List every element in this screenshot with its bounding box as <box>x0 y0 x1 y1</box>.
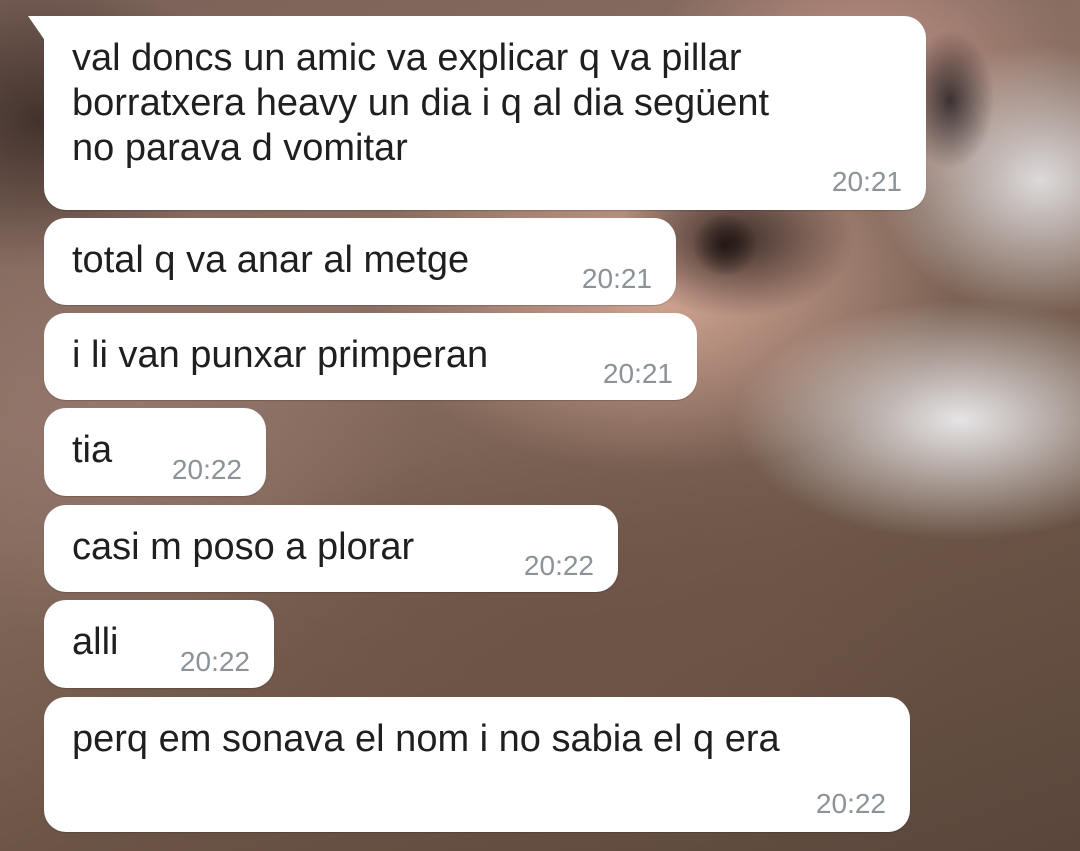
message-list[interactable]: val doncs un amic va explicar q va pilla… <box>0 0 1080 851</box>
message-time: 20:21 <box>581 263 652 294</box>
incoming-message[interactable]: i li van punxar primperan 20:21 <box>44 313 697 400</box>
message-time: 20:22 <box>815 788 886 819</box>
message-time: 20:22 <box>523 550 594 581</box>
message-time: 20:22 <box>179 646 250 677</box>
incoming-message[interactable]: val doncs un amic va explicar q va pilla… <box>28 16 926 210</box>
message-text: casi m poso a plorar <box>72 526 415 568</box>
incoming-message[interactable]: tia 20:22 <box>44 408 266 496</box>
message-text: val doncs un amic va explicar q va pilla… <box>72 37 770 169</box>
message-text: perq em sonava el nom i no sabia el q er… <box>72 718 780 760</box>
incoming-message[interactable]: perq em sonava el nom i no sabia el q er… <box>44 697 910 832</box>
message-time: 20:21 <box>831 166 902 197</box>
message-text: i li van punxar primperan <box>72 334 489 376</box>
bubble-tail <box>28 16 46 42</box>
incoming-message[interactable]: casi m poso a plorar 20:22 <box>44 505 618 592</box>
incoming-message[interactable]: total q va anar al metge 20:21 <box>44 218 676 305</box>
message-text: total q va anar al metge <box>72 239 470 281</box>
message-time: 20:22 <box>171 454 242 485</box>
message-time: 20:21 <box>602 358 673 389</box>
incoming-message[interactable]: alli 20:22 <box>44 600 274 688</box>
